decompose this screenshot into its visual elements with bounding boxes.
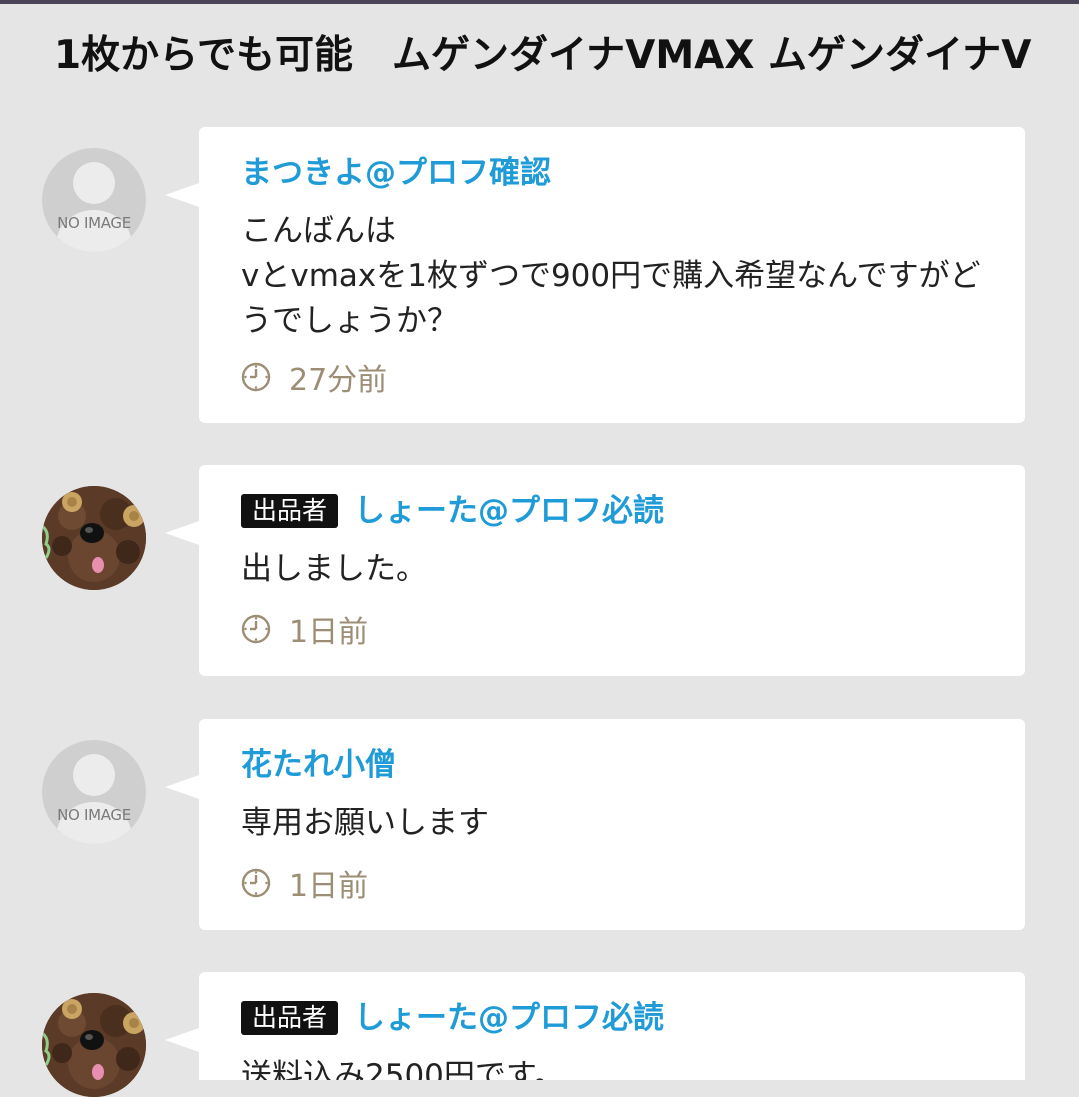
comment-text: こんばんは vとvmaxを1枚ずつで900円で購入希望なんですがどうでしょうか？ xyxy=(241,213,981,339)
top-bar xyxy=(0,0,1079,4)
bear-avatar[interactable] xyxy=(42,993,146,1097)
comment-bubble: 花たれ小僧 専用お願いします 1日前 xyxy=(165,719,1025,930)
no-image-label: NO IMAGE xyxy=(57,806,131,824)
avatar-head-shape xyxy=(73,754,115,796)
comment-user-name[interactable]: しょーた@プロフ必読 xyxy=(354,998,664,1038)
clock-icon xyxy=(241,614,271,644)
time-text: 27分前 xyxy=(289,363,388,398)
page-title: 1枚からでも可能 ムゲンダイナVMAX ムゲンダイナV xyxy=(54,33,1032,78)
comment-time: 1日前 xyxy=(241,609,369,650)
bear-photo xyxy=(42,486,146,590)
no-image-avatar[interactable]: NO IMAGE xyxy=(42,740,146,844)
comment-header: 出品者 しょーた@プロフ必読 xyxy=(241,491,664,531)
comment-bubble: 出品者 しょーた@プロフ必読 送料込み2500円です。 xyxy=(165,972,1025,1080)
comment-user-name[interactable]: 花たれ小僧 xyxy=(241,745,396,785)
seller-badge: 出品者 xyxy=(241,1001,339,1035)
no-image-avatar[interactable]: NO IMAGE xyxy=(42,148,146,252)
no-image-label: NO IMAGE xyxy=(57,214,131,232)
comment-bubble: まつきよ@プロフ確認 こんばんは vとvmaxを1枚ずつで900円で購入希望なん… xyxy=(165,127,1025,423)
seller-badge: 出品者 xyxy=(241,494,339,528)
bear-avatar[interactable] xyxy=(42,486,146,590)
time-text: 1日前 xyxy=(289,869,369,904)
comment-header: 花たれ小僧 xyxy=(241,745,396,785)
comment-text: 専用お願いします xyxy=(241,805,489,841)
avatar-head-shape xyxy=(73,162,115,204)
comment-time: 1日前 xyxy=(241,863,369,904)
comment-header: まつきよ@プロフ確認 xyxy=(241,153,551,193)
comment-user-name[interactable]: しょーた@プロフ必読 xyxy=(354,491,664,531)
bear-photo xyxy=(42,993,146,1097)
time-text: 1日前 xyxy=(289,615,369,650)
clock-icon xyxy=(241,362,271,392)
comment-text: 出しました。 xyxy=(241,551,427,587)
comment-bubble: 出品者 しょーた@プロフ必読 出しました。 1日前 xyxy=(165,465,1025,676)
clock-icon xyxy=(241,868,271,898)
comment-user-name[interactable]: まつきよ@プロフ確認 xyxy=(241,153,551,193)
comment-header: 出品者 しょーた@プロフ必読 xyxy=(241,998,664,1038)
comment-text: 送料込み2500円です。 xyxy=(241,1058,565,1080)
comment-time: 27分前 xyxy=(241,357,388,398)
